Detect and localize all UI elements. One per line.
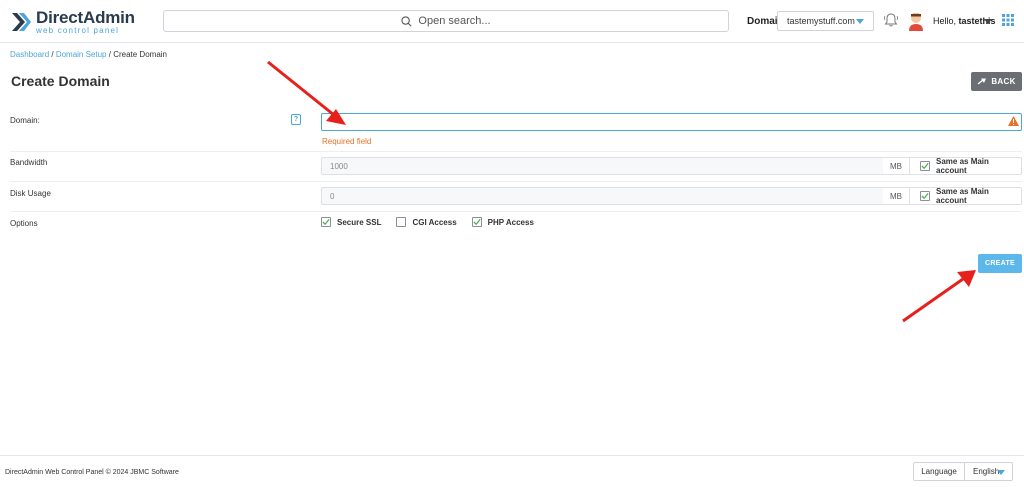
bandwidth-unit: MB: [883, 157, 910, 175]
create-button[interactable]: CREATE: [978, 254, 1022, 273]
disk-usage-unit: MB: [883, 187, 910, 205]
domain-select[interactable]: tastemystuff.com: [777, 11, 874, 31]
cgi-access-checkbox[interactable]: CGI Access: [396, 217, 457, 227]
checkbox-unchecked-icon: [396, 217, 407, 227]
search-placeholder: Open search...: [418, 15, 491, 27]
bandwidth-input[interactable]: 1000: [321, 157, 884, 175]
bell-icon[interactable]: [884, 12, 898, 28]
bandwidth-same-checkbox[interactable]: Same as Main account: [909, 157, 1022, 175]
avatar[interactable]: [908, 11, 924, 31]
domain-select-value: tastemystuff.com: [787, 16, 855, 26]
breadcrumb: Dashboard / Domain Setup / Create Domain: [10, 50, 167, 59]
language-selector[interactable]: Language English: [913, 462, 1013, 481]
top-header: DirectAdmin web control panel Open searc…: [0, 0, 1024, 43]
domain-input[interactable]: [321, 113, 1022, 131]
bandwidth-label: Bandwidth: [10, 158, 48, 167]
language-value[interactable]: English: [965, 463, 1012, 480]
help-icon[interactable]: ?: [291, 114, 301, 125]
breadcrumb-dashboard[interactable]: Dashboard: [10, 50, 49, 59]
checkbox-checked-icon: [471, 217, 482, 227]
required-field-error: Required field: [322, 137, 372, 146]
disk-usage-same-checkbox[interactable]: Same as Main account: [909, 187, 1022, 205]
chevron-down-icon: [997, 470, 1005, 475]
footer: DirectAdmin Web Control Panel © 2024 JBM…: [0, 455, 1024, 487]
directadmin-logo[interactable]: DirectAdmin web control panel: [10, 9, 135, 35]
checkbox-checked-icon: [321, 217, 331, 227]
logo-chevron-icon: [12, 13, 31, 31]
breadcrumb-current: Create Domain: [113, 50, 167, 59]
disk-usage-input[interactable]: 0: [321, 187, 884, 205]
warning-icon: [1008, 116, 1019, 126]
disk-usage-label: Disk Usage: [10, 189, 51, 198]
options-group: Secure SSL CGI Access PHP Access: [321, 217, 549, 227]
language-label: Language: [914, 463, 965, 480]
logo-subtitle: web control panel: [36, 26, 120, 35]
domain-label: Domain:: [10, 116, 40, 125]
checkbox-checked-icon: [920, 161, 930, 171]
chevron-down-icon[interactable]: [984, 19, 992, 24]
options-label: Options: [10, 219, 38, 228]
search-icon: [401, 15, 412, 26]
annotation-arrow-create: [902, 270, 976, 323]
secure-ssl-checkbox[interactable]: Secure SSL: [321, 217, 381, 227]
page-title: Create Domain: [11, 73, 110, 89]
chevron-down-icon: [856, 19, 864, 24]
copyright: DirectAdmin Web Control Panel © 2024 JBM…: [5, 469, 179, 476]
divider: [10, 151, 1022, 152]
checkbox-checked-icon: [920, 191, 930, 201]
divider: [10, 181, 1022, 182]
apps-grid-icon[interactable]: [1002, 14, 1014, 26]
annotation-arrows: [267, 60, 976, 323]
breadcrumb-domain-setup[interactable]: Domain Setup: [56, 50, 107, 59]
divider: [10, 211, 1022, 212]
back-button[interactable]: BACK: [971, 72, 1022, 91]
php-access-checkbox[interactable]: PHP Access: [471, 217, 534, 227]
search-bar[interactable]: Open search...: [163, 10, 729, 32]
logo-title: DirectAdmin: [36, 8, 135, 27]
back-arrow-icon: [977, 78, 987, 85]
